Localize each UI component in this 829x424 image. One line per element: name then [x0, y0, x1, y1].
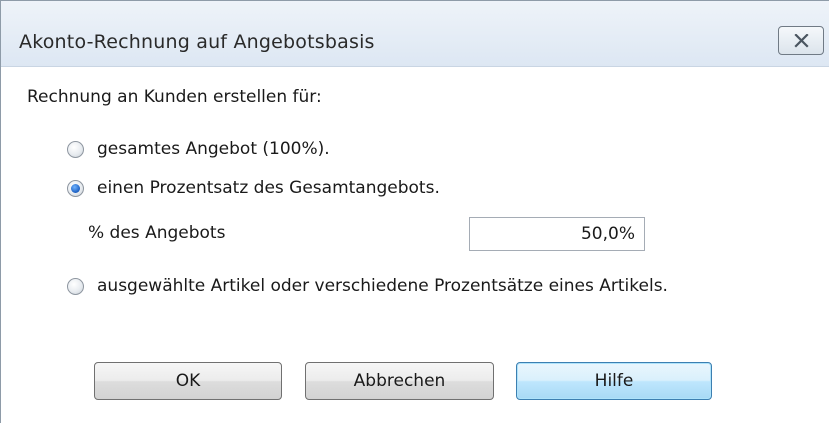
- cancel-button[interactable]: Abbrechen: [305, 362, 494, 400]
- title-bar: Akonto-Rechnung auf Angebotsbasis: [1, 1, 829, 67]
- close-icon: [794, 34, 809, 48]
- radio-selected-items[interactable]: [67, 277, 84, 295]
- radio-full-offer[interactable]: [67, 140, 84, 158]
- help-button[interactable]: Hilfe: [516, 362, 712, 400]
- percent-input[interactable]: [469, 217, 645, 251]
- option-selected-items[interactable]: ausgewählte Artikel oder verschiedene Pr…: [67, 275, 668, 297]
- percent-label: % des Angebots: [88, 223, 226, 243]
- window-title: Akonto-Rechnung auf Angebotsbasis: [19, 31, 375, 53]
- ok-button[interactable]: OK: [94, 362, 282, 400]
- close-button[interactable]: [778, 26, 824, 55]
- option-full-offer-label[interactable]: gesamtes Angebot (100%).: [97, 139, 330, 159]
- option-percentage-label[interactable]: einen Prozentsatz des Gesamtangebots.: [97, 178, 440, 198]
- form-heading: Rechnung an Kunden erstellen für:: [27, 87, 322, 107]
- option-full-offer[interactable]: gesamtes Angebot (100%).: [67, 138, 330, 160]
- dialog-window: Akonto-Rechnung auf Angebotsbasis Rechnu…: [0, 0, 829, 424]
- radio-percentage[interactable]: [67, 179, 84, 197]
- option-percentage[interactable]: einen Prozentsatz des Gesamtangebots.: [67, 177, 440, 199]
- option-selected-items-label[interactable]: ausgewählte Artikel oder verschiedene Pr…: [97, 276, 668, 296]
